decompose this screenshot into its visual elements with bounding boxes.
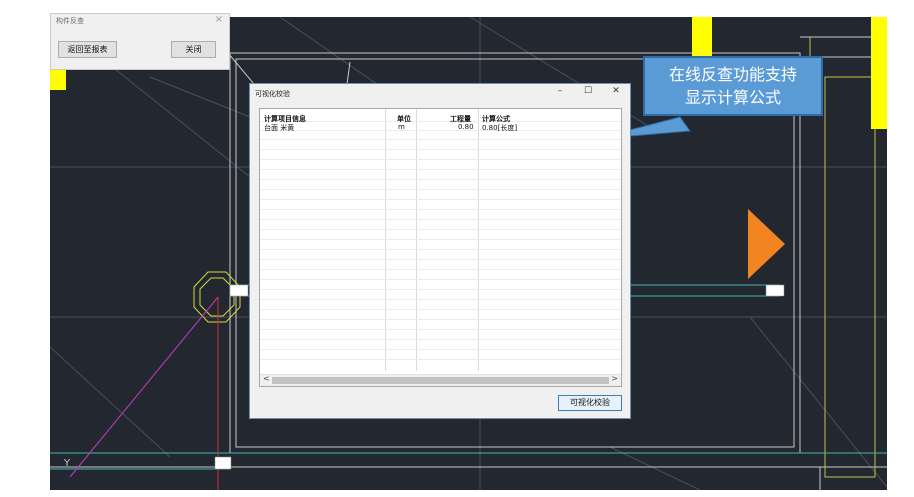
feature-callout: 在线反查功能支持 显示计算公式: [643, 56, 823, 116]
row-unit[interactable]: m: [398, 123, 405, 131]
reverse-lookup-window: 构件反查 × 返回至报表 关闭: [50, 13, 230, 70]
horizontal-scrollbar[interactable]: < >: [260, 374, 621, 386]
scroll-thumb[interactable]: [272, 377, 609, 384]
callout-line-2: 显示计算公式: [684, 88, 781, 107]
results-table[interactable]: 计算项目信息 单位 工程量 计算公式 台面 米黄 m 0.80 0.80[长度]…: [259, 108, 622, 387]
back-to-report-button[interactable]: 返回至报表: [58, 41, 117, 58]
scroll-right-icon[interactable]: >: [611, 374, 618, 383]
dialog-title: 可视化校验: [255, 90, 290, 98]
close-icon[interactable]: ×: [215, 14, 223, 25]
orange-marker: [748, 209, 785, 279]
visual-check-button[interactable]: 可视化校验: [558, 395, 622, 411]
scroll-left-icon[interactable]: <: [263, 374, 270, 383]
callout-line-1: 在线反查功能支持: [668, 65, 797, 84]
y-axis-label: Y: [63, 458, 71, 469]
minimize-icon[interactable]: –: [552, 86, 568, 96]
row-quantity[interactable]: 0.80: [458, 123, 474, 131]
row-formula[interactable]: 0.80[长度]: [482, 123, 517, 133]
close-button[interactable]: 关闭: [171, 41, 216, 58]
row-item[interactable]: 台面 米黄: [264, 123, 294, 133]
visual-check-dialog: 可视化校验 – ☐ ✕ 计算项目信息 单位 工程量 计算公式 台面 米黄 m 0…: [249, 83, 631, 419]
reverse-lookup-title: 构件反查: [56, 17, 84, 25]
close-icon[interactable]: ✕: [608, 86, 624, 96]
maximize-icon[interactable]: ☐: [580, 86, 596, 96]
